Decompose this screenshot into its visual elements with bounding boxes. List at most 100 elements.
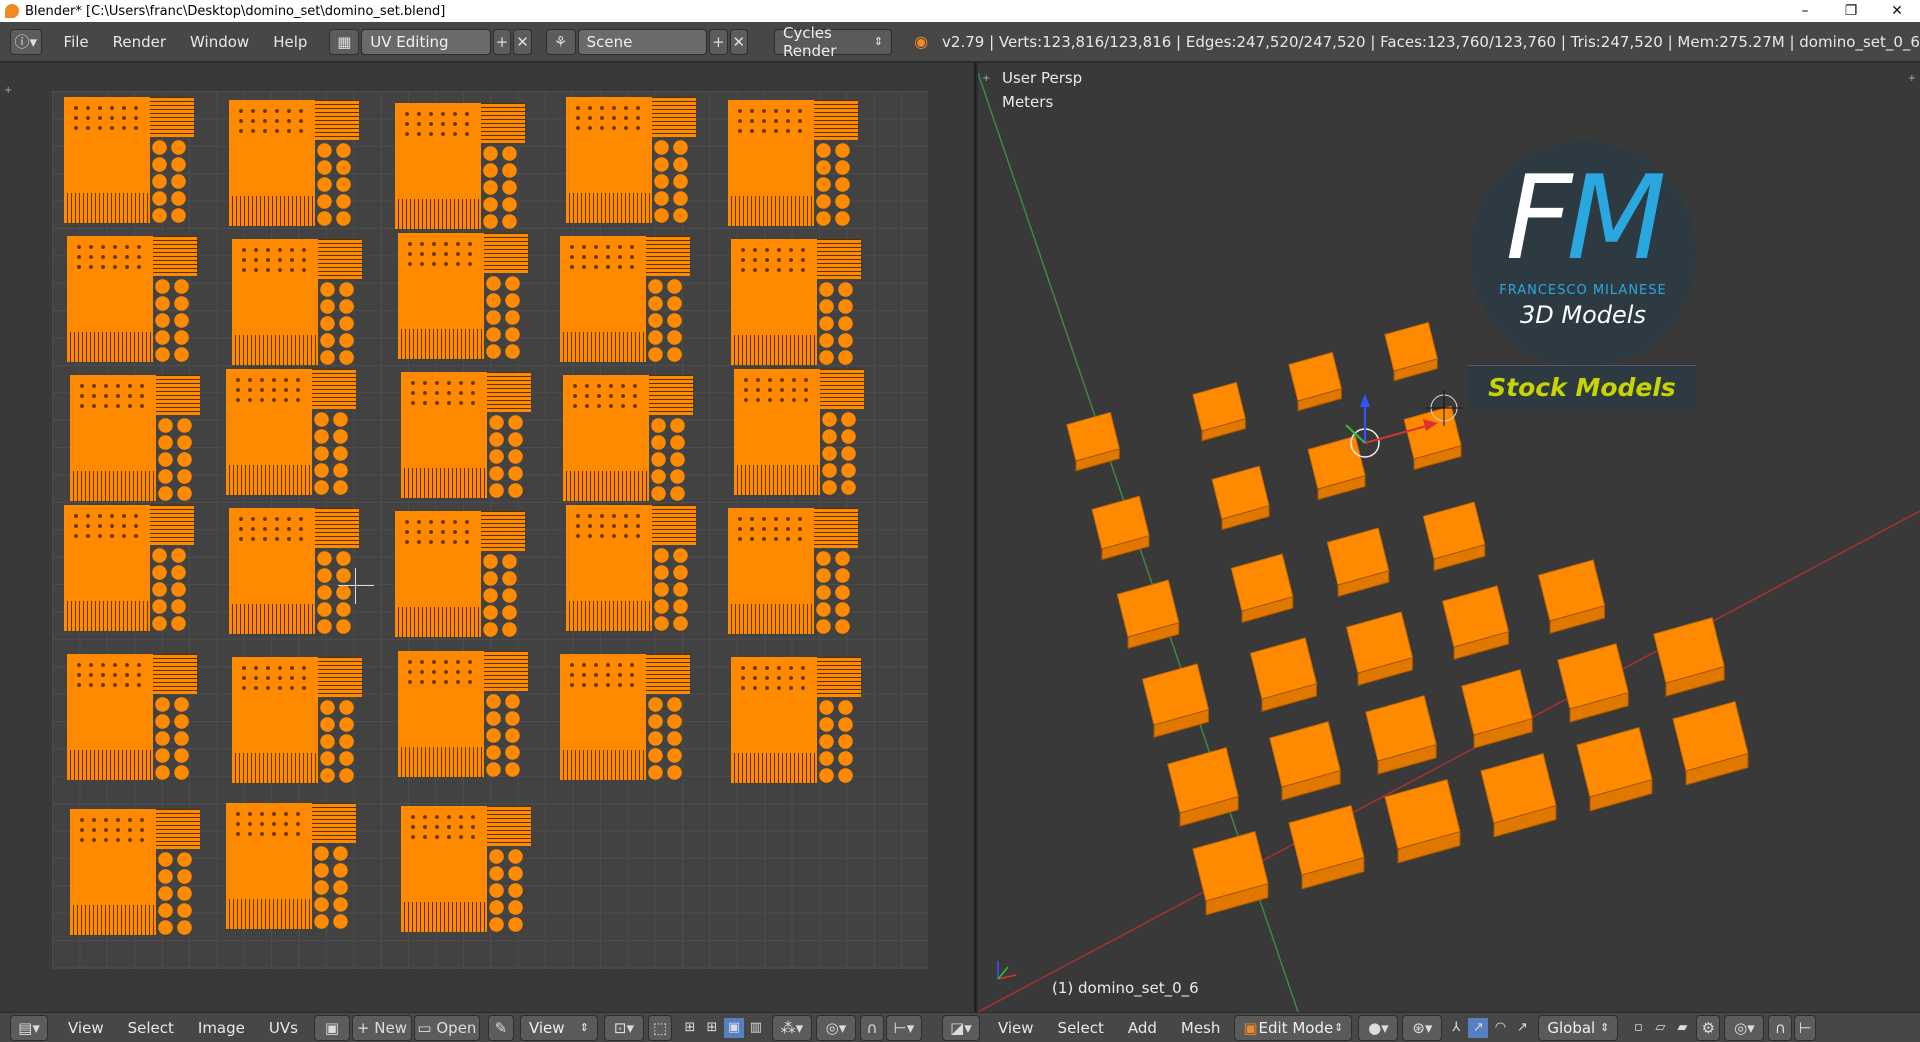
close-icon: ✕ xyxy=(516,32,529,51)
uv-island[interactable] xyxy=(728,508,858,636)
uv-grid[interactable] xyxy=(52,91,928,969)
uv-island[interactable] xyxy=(70,375,200,503)
pin-image-button[interactable]: ✎ xyxy=(487,1014,514,1041)
rotate-manipulator-icon[interactable]: ◠ xyxy=(1490,1018,1510,1038)
image-browse-button[interactable]: ▣ xyxy=(313,1014,350,1041)
remove-scene-button[interactable]: ✕ xyxy=(729,28,748,55)
menu-help[interactable]: Help xyxy=(261,33,319,51)
pin-icon: ✎ xyxy=(494,1018,508,1037)
uv-island[interactable] xyxy=(731,239,861,367)
scene-stats: v2.79 | Verts:123,816/123,816 | Edges:24… xyxy=(942,32,1920,51)
3d-editor-type-button[interactable]: ◪▾ xyxy=(941,1014,980,1041)
uv-island[interactable] xyxy=(734,369,864,497)
uv-island[interactable] xyxy=(728,100,858,228)
3d-menu-add[interactable]: Add xyxy=(1116,1019,1169,1037)
uv-island[interactable] xyxy=(67,236,197,364)
3d-menu-view[interactable]: View xyxy=(986,1019,1046,1037)
translate-manipulator-icon[interactable]: ↗ xyxy=(1468,1017,1489,1038)
uv-island[interactable] xyxy=(398,233,528,361)
pivot-point-dropdown[interactable]: ⊡▾ xyxy=(603,1014,644,1041)
uv-island[interactable] xyxy=(395,511,525,639)
uv-island[interactable] xyxy=(398,651,528,779)
layout-browse-button[interactable]: ▦ xyxy=(329,28,360,55)
region-toggle-icon[interactable]: + xyxy=(4,85,12,96)
menu-file[interactable]: File xyxy=(52,33,101,51)
uv-island[interactable] xyxy=(229,100,359,228)
uv-island[interactable] xyxy=(64,505,194,633)
render-engine-dropdown[interactable]: Cycles Render ⇕ xyxy=(773,24,893,60)
uv-island[interactable] xyxy=(560,236,690,364)
editor-type-button[interactable]: ⓘ▾ xyxy=(10,28,42,55)
transform-orientation-dropdown[interactable]: Global ⇕ xyxy=(1538,1014,1619,1041)
snap-3d-element-dropdown[interactable]: ⊢ xyxy=(1794,1014,1817,1041)
limit-selection-button[interactable]: ⚙ xyxy=(1696,1014,1721,1041)
3d-menu-mesh[interactable]: Mesh xyxy=(1169,1019,1233,1037)
uv-island[interactable] xyxy=(560,654,690,782)
select-vertex-icon[interactable]: ⊞ xyxy=(680,1018,700,1038)
add-scene-button[interactable]: + xyxy=(709,28,728,55)
image-mode-dropdown[interactable]: View ⇕ xyxy=(519,1014,598,1041)
snap-3d-button[interactable]: ∩ xyxy=(1768,1014,1793,1041)
uv-image-editor[interactable]: + xyxy=(0,63,976,1012)
uv-island[interactable] xyxy=(232,239,362,367)
3d-menu-select[interactable]: Select xyxy=(1046,1019,1116,1037)
menu-render[interactable]: Render xyxy=(101,33,178,51)
uv-2d-cursor[interactable] xyxy=(338,568,374,604)
uv-menu-image[interactable]: Image xyxy=(186,1019,257,1037)
minimize-button[interactable]: – xyxy=(1782,0,1828,22)
uv-island[interactable] xyxy=(731,657,861,785)
close-icon: ✕ xyxy=(732,32,746,51)
sticky-selection-dropdown[interactable]: ⁂▾ xyxy=(771,1014,812,1041)
select-island-icon[interactable]: ▥ xyxy=(746,1018,766,1038)
pivot-center-dropdown[interactable]: ⊛▾ xyxy=(1402,1014,1443,1041)
proportional-edit-dropdown[interactable]: ◎▾ xyxy=(815,1014,856,1041)
proportional-icon: ◎▾ xyxy=(825,1018,847,1037)
add-layout-button[interactable]: + xyxy=(492,28,512,55)
snap-toggle-button[interactable]: ∩ xyxy=(859,1014,884,1041)
uv-island[interactable] xyxy=(401,806,531,934)
pivot-icon: ⊡▾ xyxy=(613,1018,634,1037)
uv-select-mode-group: ⊞ ⊞ ▣ ▥ xyxy=(680,1017,766,1038)
manipulator-toggle-icon[interactable]: ⅄ xyxy=(1446,1018,1466,1038)
cursor-tool-button[interactable]: ⬚ xyxy=(647,1014,672,1041)
face-select-icon[interactable]: ▰ xyxy=(1672,1018,1692,1038)
uv-island[interactable] xyxy=(232,657,362,785)
chevron-updown-icon: ⇕ xyxy=(1600,1021,1610,1034)
uv-island[interactable] xyxy=(401,372,531,500)
viewport-shading-dropdown[interactable]: ●▾ xyxy=(1358,1014,1399,1041)
new-image-button[interactable]: + New xyxy=(351,1014,412,1041)
menu-window[interactable]: Window xyxy=(178,33,261,51)
uv-island[interactable] xyxy=(226,803,356,931)
uv-island[interactable] xyxy=(395,103,525,231)
uv-menu-view[interactable]: View xyxy=(56,1019,116,1037)
blender-logo-icon: ◉ xyxy=(914,32,929,51)
uv-island[interactable] xyxy=(563,375,693,503)
scene-field[interactable]: Scene xyxy=(577,28,708,55)
uv-island[interactable] xyxy=(67,654,197,782)
uv-island[interactable] xyxy=(70,809,200,937)
uv-island[interactable] xyxy=(566,97,696,225)
uv-island[interactable] xyxy=(226,369,356,497)
uv-island[interactable] xyxy=(64,97,194,225)
scale-manipulator-icon[interactable]: ↗ xyxy=(1512,1018,1532,1038)
close-button[interactable]: ✕ xyxy=(1874,0,1920,22)
uv-menu-select[interactable]: Select xyxy=(116,1019,186,1037)
open-image-button[interactable]: ▭ Open xyxy=(413,1014,480,1041)
select-edge-icon[interactable]: ⊞ xyxy=(702,1018,722,1038)
window-controls: – ❐ ✕ xyxy=(1782,0,1920,22)
3d-viewport[interactable]: + + User Persp Meters FM FRANCESCO MILAN… xyxy=(978,63,1920,1012)
select-face-icon[interactable]: ▣ xyxy=(723,1017,744,1038)
snap-element-dropdown[interactable]: ⊢▾ xyxy=(885,1014,922,1041)
interaction-mode-dropdown[interactable]: ▣ Edit Mode ⇕ xyxy=(1234,1014,1353,1041)
snap-icon: ⊢ xyxy=(1798,1018,1812,1037)
screen-layout-field[interactable]: UV Editing xyxy=(361,28,491,55)
uv-menu-uvs[interactable]: UVs xyxy=(257,1019,310,1037)
proportional-edit-3d-dropdown[interactable]: ◎▾ xyxy=(1724,1014,1765,1041)
uv-island[interactable] xyxy=(566,505,696,633)
uv-editor-type-button[interactable]: ▤▾ xyxy=(10,1014,48,1041)
vertex-select-icon[interactable]: ▫ xyxy=(1628,1018,1648,1038)
remove-layout-button[interactable]: ✕ xyxy=(513,28,532,55)
restore-button[interactable]: ❐ xyxy=(1828,0,1874,22)
scene-browse-button[interactable]: ⚘ xyxy=(545,28,576,55)
edge-select-icon[interactable]: ▱ xyxy=(1650,1018,1670,1038)
